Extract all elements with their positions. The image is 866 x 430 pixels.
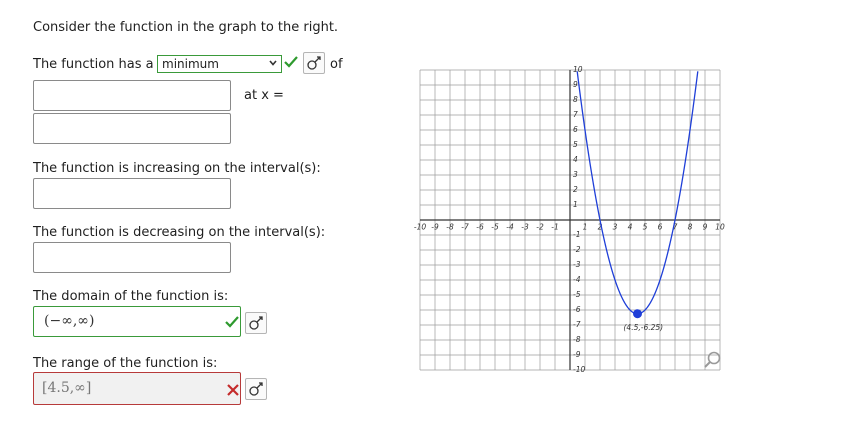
extremum-value-input[interactable] xyxy=(33,80,231,111)
vertex-label: (4.5,-6.25) xyxy=(624,323,664,332)
x-tick-label: -6 xyxy=(476,223,484,232)
domain-label: The domain of the function is: xyxy=(33,289,229,304)
check-icon xyxy=(284,56,298,68)
function-graph: -10 -9 -8 -7 -6 -5 -4 -3 -2 -1 1 2 3 4 5 6 7 8 9 1010987654… xyxy=(414,65,725,374)
range-label: The range of the function is: xyxy=(33,356,218,371)
sigma-tool-icon xyxy=(249,316,263,330)
x-tick-label: -5 xyxy=(491,223,499,232)
x-tick-label: -4 xyxy=(506,223,514,232)
domain-input[interactable]: (−∞,∞) xyxy=(33,306,241,337)
decreasing-input[interactable] xyxy=(33,242,231,273)
y-tick-label: 4 xyxy=(573,155,578,164)
y-tick-label: -9 xyxy=(573,350,581,359)
x-tick-label: 4 xyxy=(628,223,633,232)
decreasing-label: The function is decreasing on the interv… xyxy=(33,225,326,240)
y-tick-label: -4 xyxy=(573,275,581,284)
range-input[interactable]: [4.5,∞] xyxy=(33,372,241,405)
y-tick-label: 9 xyxy=(573,80,578,89)
vertex-point[interactable] xyxy=(633,309,642,319)
increasing-label: The function is increasing on the interv… xyxy=(33,161,321,176)
x-tick-label: 8 xyxy=(688,223,693,232)
y-tick-label: -6 xyxy=(573,305,581,314)
y-tick-label: -5 xyxy=(573,290,581,299)
x-tick-label: -2 xyxy=(536,223,544,232)
y-tick-label: 5 xyxy=(573,140,578,149)
extremum-suffix: of xyxy=(330,57,343,72)
x-tick-label: -10 xyxy=(414,223,426,232)
y-tick-label: 7 xyxy=(573,110,578,119)
increasing-input[interactable] xyxy=(33,178,231,209)
graph-curve-group: (4.5,-6.25) xyxy=(576,71,699,332)
extremum-x-input[interactable] xyxy=(33,113,231,144)
at-x-label: at x = xyxy=(244,88,284,103)
x-tick-label: -8 xyxy=(446,223,454,232)
x-tick-label: -1 xyxy=(551,223,558,232)
y-tick-label: -1 xyxy=(573,230,580,239)
y-tick-label: -8 xyxy=(573,335,581,344)
check-icon xyxy=(225,316,239,328)
intro-text: Consider the function in the graph to th… xyxy=(33,20,339,35)
extremum-select[interactable]: minimum xyxy=(157,55,282,73)
y-tick-label: -2 xyxy=(573,245,581,254)
y-tick-label: 6 xyxy=(573,125,578,134)
magnifier-icon[interactable] xyxy=(703,350,723,370)
x-tick-label: 6 xyxy=(658,223,663,232)
chevron-down-icon xyxy=(269,60,277,66)
range-tool-button[interactable] xyxy=(245,378,267,400)
domain-tool-button[interactable] xyxy=(245,312,267,334)
y-tick-label: 2 xyxy=(573,185,578,194)
x-tick-label: -3 xyxy=(521,223,529,232)
x-tick-label: 3 xyxy=(613,223,618,232)
domain-value: (−∞,∞) xyxy=(44,313,95,329)
x-tick-label: 10 xyxy=(715,223,725,232)
extremum-select-value: minimum xyxy=(162,57,219,71)
y-tick-label: -7 xyxy=(573,320,581,329)
y-tick-label: 3 xyxy=(573,170,578,179)
range-value: [4.5,∞] xyxy=(42,380,92,396)
y-tick-label: -3 xyxy=(573,260,581,269)
sigma-tool-icon xyxy=(249,382,263,396)
parabola-curve xyxy=(576,71,699,315)
extremum-prefix: The function has a xyxy=(33,57,154,72)
y-tick-label: 8 xyxy=(573,95,578,104)
math-tool-button[interactable] xyxy=(303,52,325,74)
x-tick-label: 9 xyxy=(703,223,708,232)
x-tick-label: -7 xyxy=(461,223,469,232)
y-tick-label: 1 xyxy=(573,200,578,209)
x-tick-label: -9 xyxy=(431,223,439,232)
y-tick-label: -10 xyxy=(573,365,585,374)
x-tick-label: 5 xyxy=(643,223,648,232)
x-icon xyxy=(227,384,239,396)
x-tick-label: 1 xyxy=(583,223,588,232)
sigma-tool-icon xyxy=(307,56,321,70)
